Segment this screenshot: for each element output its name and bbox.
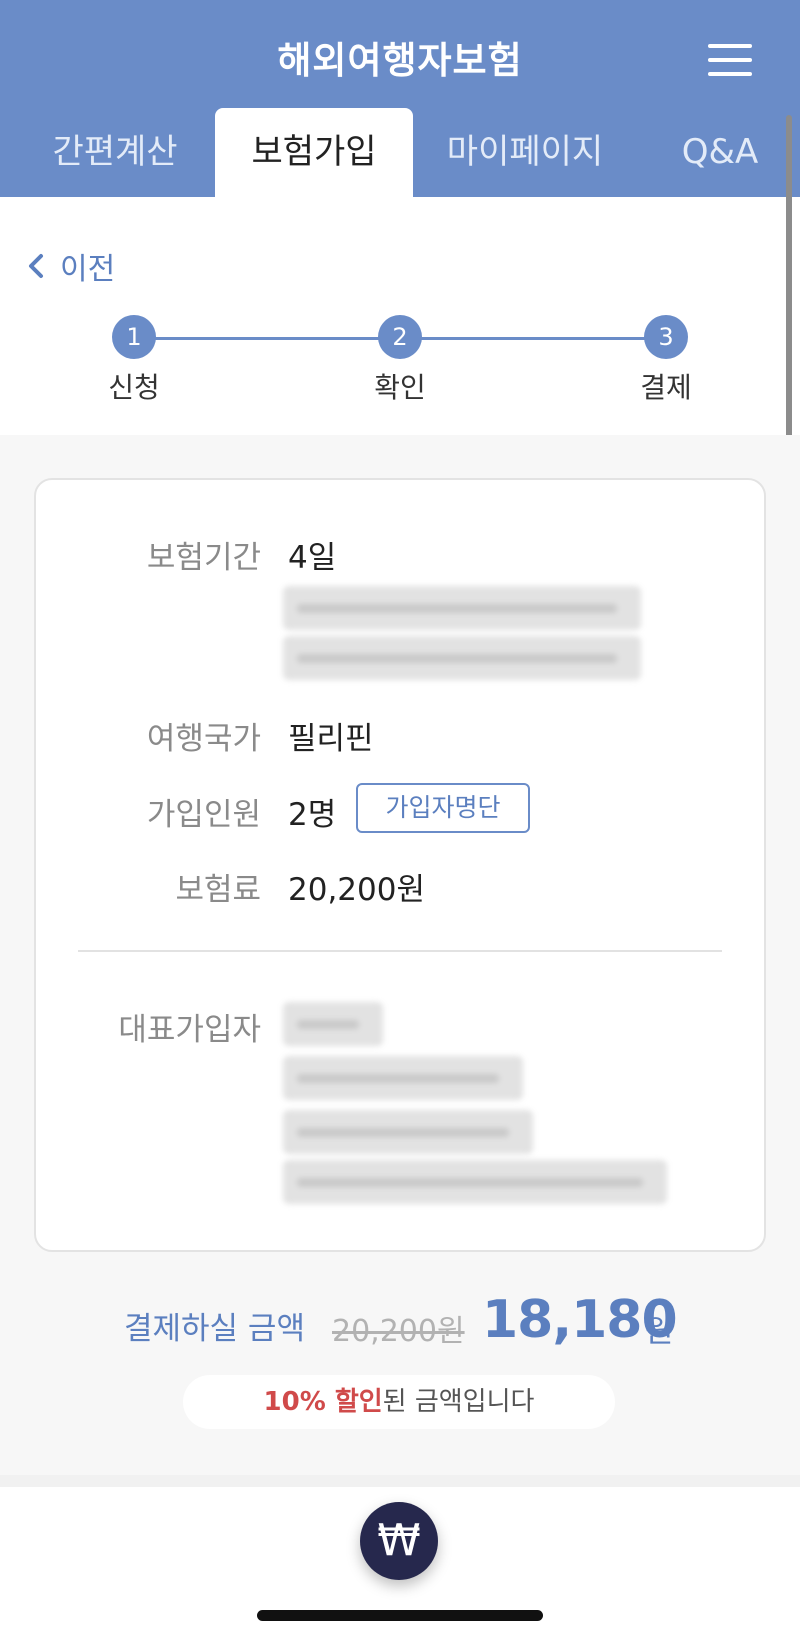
tab-mypage[interactable]: 마이페이지: [430, 108, 620, 197]
hamburger-menu-icon[interactable]: [700, 40, 760, 80]
tab-insurance-join[interactable]: 보험가입: [215, 108, 413, 197]
period-value: 4일: [288, 540, 337, 576]
final-price-unit: 원: [645, 1314, 674, 1350]
redacted-holder-birth: [283, 1056, 523, 1100]
premium-label: 보험료: [175, 872, 261, 908]
redacted-holder-email: [283, 1160, 667, 1204]
period-label: 보험기간: [146, 540, 261, 576]
home-indicator: [257, 1610, 543, 1621]
original-price: 20,200원: [332, 1314, 465, 1349]
app-header: 해외여행자보험 간편계산 보험가입 마이페이지 Q&A: [0, 0, 800, 197]
won-pay-icon[interactable]: ₩: [360, 1502, 438, 1580]
redacted-holder-phone: [283, 1110, 533, 1154]
tab-simple-calc[interactable]: 간편계산: [30, 108, 200, 197]
chevron-left-icon: [29, 254, 43, 278]
app-title: 해외여행자보험: [277, 39, 523, 82]
card-divider: [78, 950, 722, 952]
members-value: 2명: [288, 797, 337, 833]
tab-qna[interactable]: Q&A: [660, 108, 780, 197]
discount-highlight: 10% 할인: [263, 1387, 383, 1417]
premium-value: 20,200원: [288, 872, 425, 908]
members-label: 가입인원: [146, 797, 261, 833]
discount-text: 된 금액입니다: [382, 1387, 535, 1417]
step-3-label: 결제: [640, 371, 692, 404]
discount-notice: 10% 할인된 금액입니다: [183, 1375, 615, 1429]
payment-amount-label: 결제하실 금액: [124, 1311, 305, 1347]
country-value: 필리핀: [288, 721, 374, 757]
redacted-end-date: [283, 636, 641, 680]
holder-label: 대표가입자: [118, 1012, 261, 1048]
step-1-label: 신청: [108, 371, 160, 404]
step-2-label: 확인: [374, 371, 426, 404]
bottom-separator: [0, 1475, 800, 1487]
country-label: 여행국가: [146, 721, 261, 757]
step-1-circle: 1: [112, 315, 156, 359]
back-button[interactable]: 이전: [28, 244, 115, 288]
step-2-circle: 2: [378, 315, 422, 359]
step-3-circle: 3: [644, 315, 688, 359]
members-list-button[interactable]: 가입자명단: [356, 783, 530, 833]
back-label: 이전: [60, 252, 116, 287]
redacted-start-date: [283, 586, 641, 630]
redacted-holder-name: [283, 1002, 383, 1046]
